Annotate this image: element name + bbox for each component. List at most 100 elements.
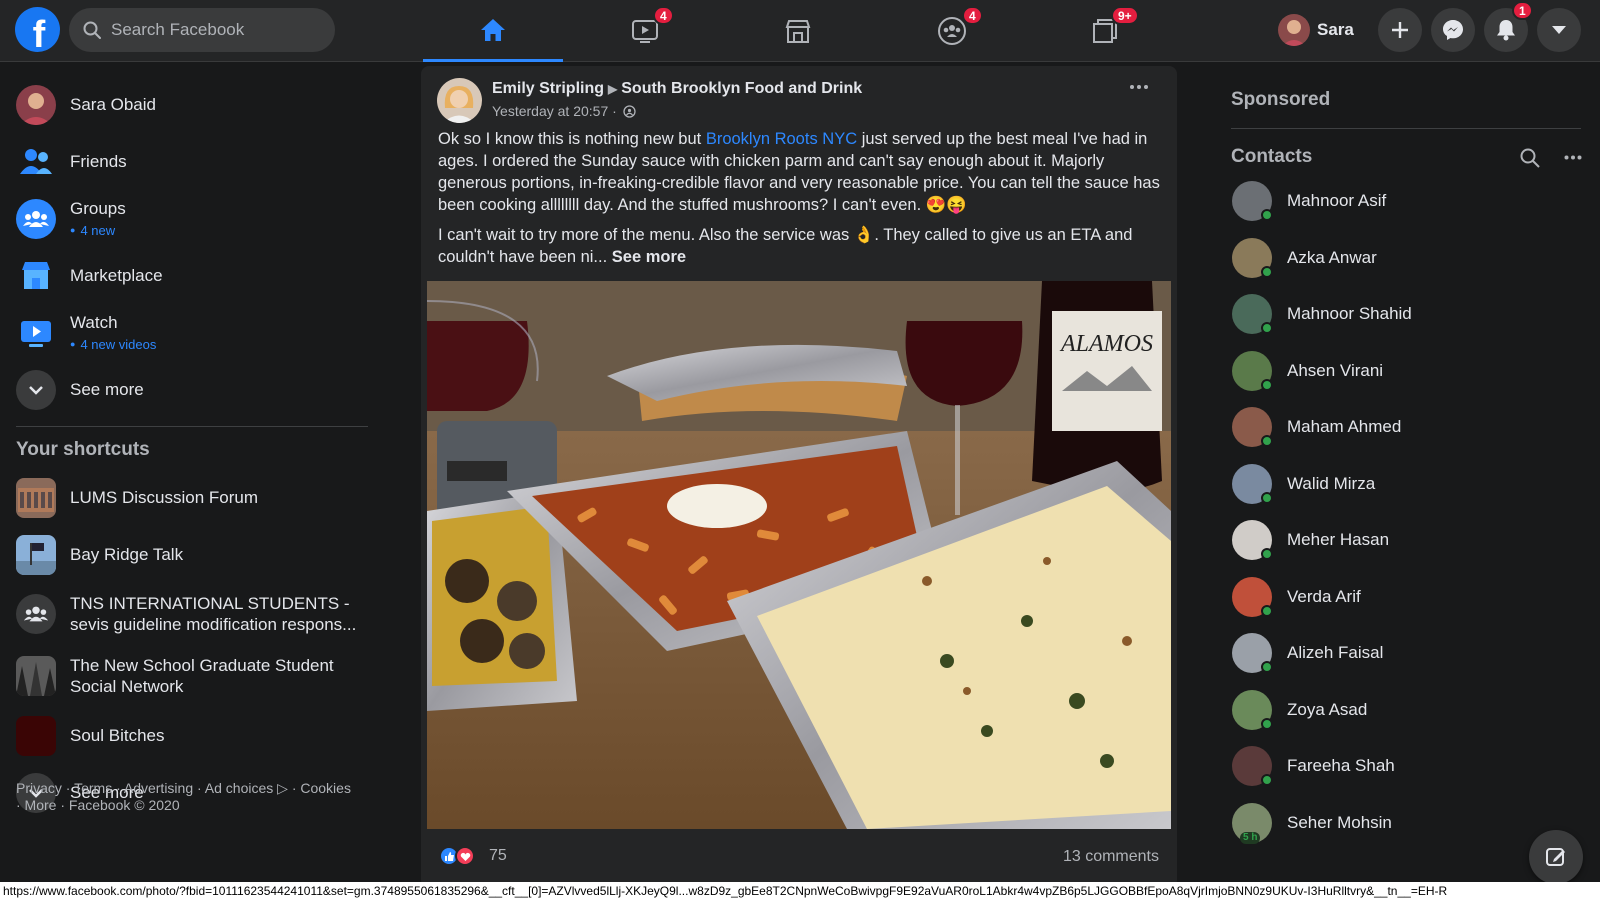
contact-item[interactable]: 5 h Seher Mohsin (1232, 801, 1392, 845)
group-thumbnail (16, 656, 56, 696)
sidebar-item-marketplace[interactable]: Marketplace (16, 247, 364, 304)
contacts-search-icon[interactable] (1520, 148, 1540, 168)
avatar (1232, 746, 1273, 786)
online-indicator (1261, 435, 1273, 447)
avatar: 5 h (1232, 802, 1272, 844)
profile-shortcut[interactable]: Sara (1278, 12, 1354, 48)
sidebar-item-friends[interactable]: Friends (16, 133, 364, 190)
right-divider (1231, 128, 1581, 129)
wine-label-text: ALAMOS (1059, 331, 1153, 357)
search-icon (83, 21, 101, 39)
contact-item[interactable]: Zoya Asad (1232, 688, 1367, 732)
svg-text:f: f (33, 14, 46, 52)
avatar (1232, 689, 1273, 730)
shortcut-tns-international[interactable]: TNS INTERNATIONAL STUDENTS - sevis guide… (16, 583, 364, 645)
tab-groups[interactable]: 4 (882, 0, 1022, 62)
contact-item[interactable]: Azka Anwar (1232, 236, 1377, 280)
watch-new-videos: 4 new videos (70, 337, 156, 352)
contact-item[interactable]: Ahsen Virani (1232, 349, 1383, 393)
facebook-logo-icon[interactable]: f (15, 7, 60, 52)
create-button[interactable] (1378, 8, 1422, 52)
sidebar-item-label: Marketplace (70, 265, 163, 285)
avatar (16, 84, 56, 125)
page-link[interactable]: Brooklyn Roots NYC (706, 130, 857, 148)
footer-links[interactable]: Privacy · Terms · Advertising · Ad choic… (16, 780, 356, 814)
contact-item[interactable]: Alizeh Faisal (1232, 631, 1383, 675)
tab-watch[interactable]: 4 (575, 0, 715, 62)
avatar (1232, 633, 1273, 673)
tab-marketplace[interactable] (728, 0, 868, 62)
contact-name: Alizeh Faisal (1287, 643, 1384, 662)
sidebar-item-groups[interactable]: Groups 4 new (16, 190, 364, 247)
contact-item[interactable]: Maham Ahmed (1232, 405, 1401, 449)
reaction-count: 75 (489, 847, 507, 864)
chevron-down-icon (16, 369, 56, 410)
post-photo[interactable]: ALAMOS (427, 281, 1171, 829)
new-message-button[interactable] (1529, 830, 1583, 884)
avatar (1232, 407, 1273, 447)
online-indicator (1261, 661, 1273, 673)
post-timestamp[interactable]: Yesterday at 20:57 · (492, 103, 617, 119)
contact-name: Walid Mirza (1287, 473, 1376, 493)
comment-count[interactable]: 13 comments (1063, 848, 1159, 866)
contacts-more-icon[interactable] (1564, 155, 1582, 160)
notifications-badge: 1 (1512, 1, 1533, 20)
contact-name: Mahnoor Asif (1287, 191, 1387, 210)
contact-name: Zoya Asad (1287, 699, 1368, 719)
contact-item[interactable]: Meher Hasan (1232, 518, 1389, 562)
store-icon (784, 17, 812, 45)
contact-item[interactable]: Mahnoor Asif (1232, 179, 1386, 223)
tab-home[interactable] (423, 0, 563, 62)
post-options-button[interactable] (1129, 84, 1149, 90)
left-sidebar: Sara Obaid Friends Groups 4 new Marketpl… (0, 62, 380, 888)
browser-status-url: https://www.facebook.com/photo/?fbid=101… (0, 882, 1600, 901)
sidebar-divider (16, 426, 368, 427)
contact-item[interactable]: Verda Arif (1232, 575, 1361, 619)
groups-icon (16, 594, 56, 634)
shortcut-soul-bitches[interactable]: Soul Bitches (16, 707, 364, 764)
avatar[interactable] (437, 78, 482, 123)
post-group[interactable]: South Brooklyn Food and Drink (621, 80, 862, 97)
watch-icon (16, 313, 56, 353)
contact-item[interactable]: Mahnoor Shahid (1232, 292, 1412, 336)
see-more-link[interactable]: See more (612, 248, 686, 266)
sponsored-title: Sponsored (1231, 89, 1331, 110)
avatar (1232, 181, 1273, 221)
marketplace-icon (16, 256, 56, 296)
shortcut-new-school[interactable]: The New School Graduate Student Social N… (16, 645, 364, 707)
online-indicator (1261, 209, 1273, 221)
online-indicator (1261, 322, 1273, 334)
contact-name: Fareeha Shah (1287, 756, 1395, 775)
post-author[interactable]: Emily Stripling (492, 80, 604, 97)
feed-post: Emily Stripling ▶ South Brooklyn Food and … (421, 66, 1177, 888)
messenger-button[interactable] (1431, 8, 1475, 52)
contact-item[interactable]: Walid Mirza (1232, 462, 1375, 506)
search-input[interactable] (111, 20, 311, 40)
sidebar-see-more[interactable]: See more (16, 361, 364, 418)
search-box[interactable] (69, 8, 335, 52)
account-menu-button[interactable] (1537, 8, 1581, 52)
shortcut-lums-forum[interactable]: LUMS Discussion Forum (16, 469, 364, 526)
contact-name: Azka Anwar (1287, 247, 1377, 267)
last-active-badge: 5 h (1240, 831, 1261, 844)
online-indicator (1261, 378, 1273, 391)
notifications-button[interactable]: 1 (1484, 1, 1533, 52)
contact-name: Mahnoor Shahid (1287, 304, 1412, 323)
top-navigation-bar: f 4 4 9+ Sara (0, 0, 1600, 62)
watch-badge: 4 (653, 6, 674, 25)
contact-item[interactable]: Fareeha Shah (1232, 744, 1395, 788)
groups-badge: 4 (962, 6, 983, 25)
shortcut-bay-ridge-talk[interactable]: Bay Ridge Talk (16, 526, 364, 583)
profile-name: Sara (1317, 20, 1354, 39)
post-body: Ok so I know this is nothing new but Bro… (438, 128, 1160, 276)
tab-gaming[interactable]: 9+ (1035, 0, 1175, 62)
avatar (1232, 237, 1273, 278)
online-indicator (1261, 774, 1273, 786)
reaction-summary[interactable]: 75 (439, 846, 507, 866)
group-thumbnail (16, 715, 56, 756)
caret-right-icon: ▶ (608, 82, 618, 96)
shortcuts-title: Your shortcuts (16, 439, 150, 460)
sidebar-item-watch[interactable]: Watch 4 new videos (16, 304, 364, 361)
sidebar-item-profile[interactable]: Sara Obaid (16, 76, 364, 133)
contact-name: Seher Mohsin (1287, 812, 1392, 832)
